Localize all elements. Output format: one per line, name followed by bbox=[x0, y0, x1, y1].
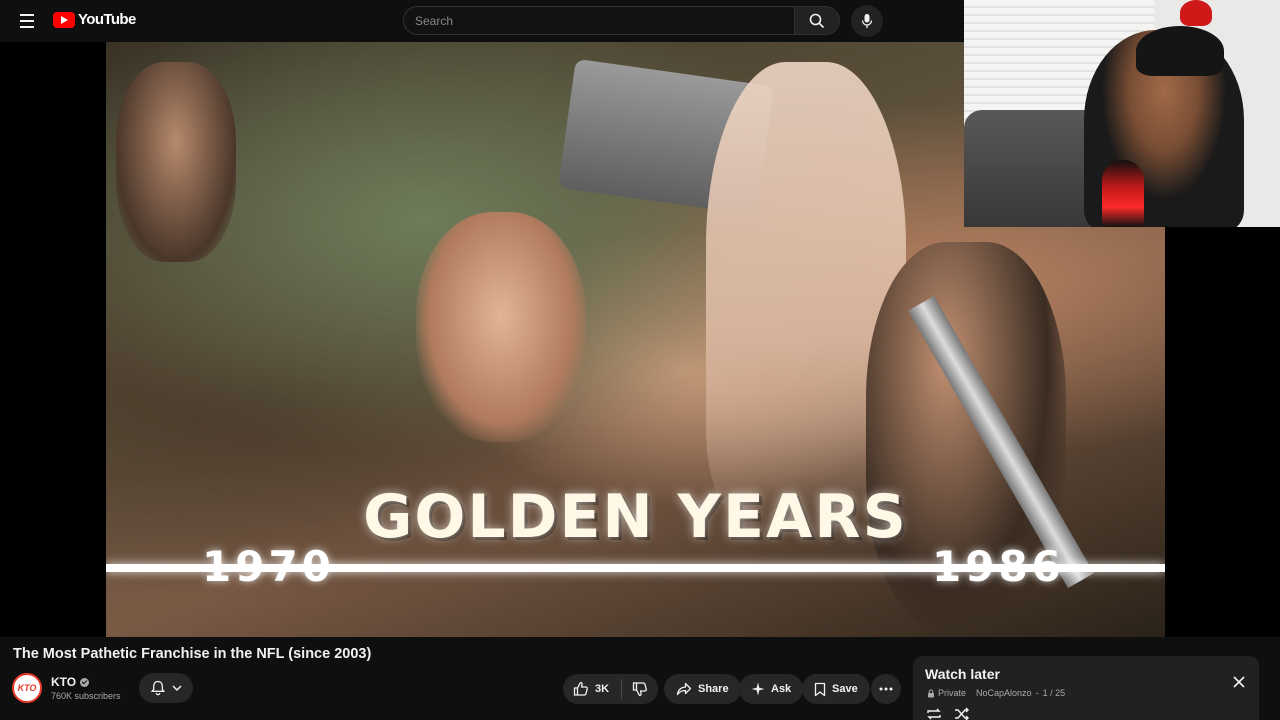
bookmark-icon bbox=[814, 682, 826, 696]
more-actions-button[interactable] bbox=[871, 674, 901, 704]
voice-search-button[interactable] bbox=[851, 5, 883, 37]
search-button[interactable] bbox=[795, 6, 840, 35]
playlist-title[interactable]: Watch later bbox=[925, 666, 1000, 682]
dislike-button[interactable] bbox=[622, 674, 658, 704]
video-title: The Most Pathetic Franchise in the NFL (… bbox=[13, 646, 372, 662]
playlist-privacy-label: Private bbox=[938, 688, 967, 698]
youtube-play-icon bbox=[53, 11, 75, 28]
verified-icon bbox=[80, 677, 90, 687]
bell-icon bbox=[150, 680, 166, 696]
frame-face bbox=[416, 212, 586, 442]
ask-wrapper: Ask bbox=[739, 674, 804, 704]
youtube-logo[interactable]: YouTube bbox=[53, 11, 136, 28]
lock-icon bbox=[928, 689, 934, 697]
close-icon bbox=[1233, 676, 1245, 688]
share-button[interactable]: Share bbox=[664, 674, 741, 704]
shuffle-playlist-button[interactable] bbox=[953, 706, 971, 720]
thumbs-down-icon bbox=[632, 682, 647, 697]
playlist-separator: - bbox=[1035, 688, 1039, 698]
share-icon bbox=[676, 682, 692, 696]
loop-playlist-button[interactable] bbox=[925, 706, 943, 720]
thumbs-up-icon bbox=[573, 681, 588, 696]
channel-avatar-text: KTO bbox=[17, 683, 37, 693]
save-label: Save bbox=[832, 683, 858, 695]
search-input[interactable] bbox=[403, 6, 795, 35]
webcam-person-hair bbox=[1136, 26, 1224, 76]
ask-button[interactable]: Ask bbox=[739, 674, 804, 704]
playlist-position: 1 / 25 bbox=[1042, 688, 1066, 698]
channel-name-row[interactable]: KTO bbox=[51, 675, 121, 689]
frame-figure bbox=[116, 62, 236, 262]
search-box bbox=[403, 6, 840, 35]
playlist-panel: Watch later Private NoCapAlonzo - 1 / 25 bbox=[913, 656, 1259, 720]
webcam-red-cap bbox=[1180, 0, 1212, 26]
channel-info: KTO KTO 760K subscribers bbox=[12, 671, 121, 705]
frame-year-start: 1970 bbox=[202, 542, 335, 591]
ask-label: Ask bbox=[771, 683, 792, 695]
subscriber-count: 760K subscribers bbox=[51, 691, 121, 701]
masthead: YouTube bbox=[0, 0, 964, 42]
channel-name[interactable]: KTO bbox=[51, 675, 76, 689]
share-wrapper: Share bbox=[664, 674, 741, 704]
menu-button[interactable] bbox=[14, 9, 40, 33]
search-icon bbox=[809, 13, 825, 28]
channel-meta: KTO 760K subscribers bbox=[51, 675, 121, 701]
microphone-icon bbox=[861, 14, 873, 28]
save-button[interactable]: Save bbox=[802, 674, 870, 704]
close-playlist-button[interactable] bbox=[1229, 672, 1249, 692]
like-button[interactable]: 3K bbox=[563, 674, 621, 704]
frame-year-end: 1986 bbox=[932, 542, 1065, 591]
playlist-meta: Private NoCapAlonzo - 1 / 25 bbox=[927, 688, 1065, 698]
share-label: Share bbox=[698, 683, 729, 695]
save-wrapper: Save bbox=[802, 674, 870, 704]
loop-icon bbox=[927, 708, 941, 720]
menu-icon-bar bbox=[20, 20, 34, 22]
logo-text: YouTube bbox=[78, 11, 136, 28]
notification-bell-button[interactable] bbox=[139, 673, 193, 703]
menu-icon-bar bbox=[20, 14, 34, 16]
menu-icon-bar bbox=[20, 26, 34, 28]
chevron-down-icon bbox=[172, 685, 182, 692]
playlist-owner[interactable]: NoCapAlonzo bbox=[976, 688, 1032, 698]
like-count: 3K bbox=[595, 683, 610, 695]
more-horizontal-icon bbox=[879, 687, 893, 691]
webcam-microphone bbox=[1102, 160, 1144, 227]
playlist-privacy: Private bbox=[927, 688, 966, 698]
shuffle-icon bbox=[955, 707, 969, 720]
like-dislike-group: 3K bbox=[563, 674, 658, 704]
webcam-overlay bbox=[964, 0, 1280, 227]
channel-avatar[interactable]: KTO bbox=[12, 673, 42, 703]
sparkle-icon bbox=[751, 682, 765, 696]
